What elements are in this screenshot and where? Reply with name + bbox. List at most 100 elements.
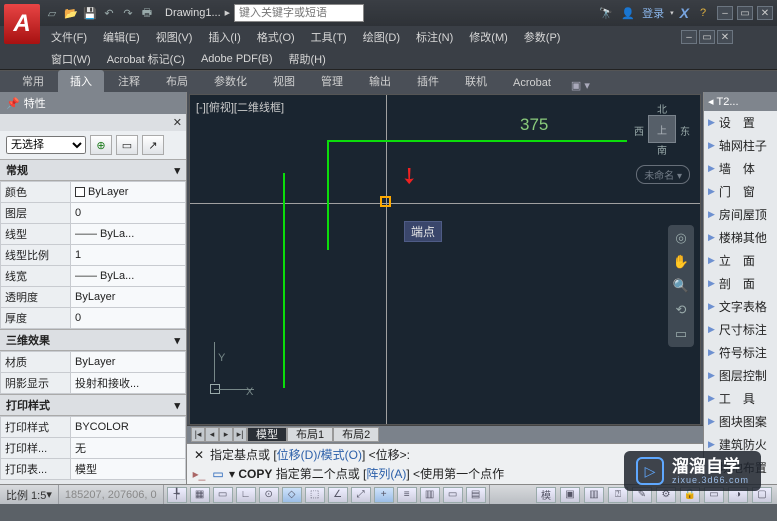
palette-item[interactable]: ▶工 具 bbox=[704, 387, 777, 410]
sb-infer-button[interactable]: ╄ bbox=[167, 487, 187, 503]
help-search-input[interactable] bbox=[234, 4, 364, 22]
properties-title-bar[interactable]: 📌 特性 bbox=[0, 92, 186, 114]
open-icon[interactable]: 📂 bbox=[63, 5, 79, 21]
sb-polar-button[interactable]: ⊙ bbox=[259, 487, 279, 503]
nav-showmotion-icon[interactable]: ▭ bbox=[672, 325, 690, 343]
ribbon-tab-online[interactable]: 联机 bbox=[453, 70, 499, 92]
view-name-dropdown[interactable]: 未命名 ▾ bbox=[636, 165, 690, 184]
help-icon[interactable]: ? bbox=[695, 5, 711, 21]
doc-restore-button[interactable]: ▭ bbox=[699, 30, 715, 44]
quick-select-button[interactable]: ⊕ bbox=[90, 135, 112, 155]
menu-view[interactable]: 视图(V) bbox=[149, 27, 200, 47]
binoculars-icon[interactable]: 🔭 bbox=[598, 5, 614, 21]
palette-item[interactable]: ▶门 窗 bbox=[704, 180, 777, 203]
doc-close-button[interactable]: ✕ bbox=[717, 30, 733, 44]
palette-item[interactable]: ▶轴网柱子 bbox=[704, 134, 777, 157]
menu-format[interactable]: 格式(O) bbox=[250, 27, 302, 47]
menu-edit[interactable]: 编辑(E) bbox=[96, 27, 147, 47]
sb-3dosnap-button[interactable]: ⬚ bbox=[305, 487, 325, 503]
undo-icon[interactable]: ↶ bbox=[101, 5, 117, 21]
status-coords[interactable]: 185207, 207606, 0 bbox=[59, 485, 164, 504]
panel-close-icon[interactable]: ✕ bbox=[173, 117, 182, 129]
menu-file[interactable]: 文件(F) bbox=[44, 27, 94, 47]
tab-layout1[interactable]: 布局1 bbox=[287, 427, 333, 442]
nav-orbit-icon[interactable]: ⟲ bbox=[672, 301, 690, 319]
menu-parametric[interactable]: 参数(P) bbox=[517, 27, 568, 47]
cmd-prompt-icon[interactable]: ▸_ bbox=[191, 466, 207, 482]
ribbon-tab-layout[interactable]: 布局 bbox=[154, 70, 200, 92]
menu-adobe-pdf[interactable]: Adobe PDF(B) bbox=[194, 51, 280, 67]
ribbon-tab-home[interactable]: 常用 bbox=[10, 70, 56, 92]
palette-item[interactable]: ▶墙 体 bbox=[704, 157, 777, 180]
nav-pan-icon[interactable]: ✋ bbox=[672, 253, 690, 271]
drawing-canvas[interactable]: [-][俯视][二维线框] Y X 375 端点 ➘ 北 bbox=[189, 94, 701, 425]
save-icon[interactable]: 💾 bbox=[82, 5, 98, 21]
ribbon-tab-annotate[interactable]: 注释 bbox=[106, 70, 152, 92]
status-scale[interactable]: 比例 1:5 ▾ bbox=[0, 485, 59, 504]
menu-window[interactable]: 窗口(W) bbox=[44, 49, 98, 69]
palette-item[interactable]: ▶房间屋顶 bbox=[704, 203, 777, 226]
sb-tpy-button[interactable]: ▥ bbox=[420, 487, 440, 503]
sb-otrack-button[interactable]: ∠ bbox=[328, 487, 348, 503]
ribbon-tab-view[interactable]: 视图 bbox=[261, 70, 307, 92]
redo-icon[interactable]: ↷ bbox=[120, 5, 136, 21]
section-3d[interactable]: 三维效果▾ bbox=[0, 329, 186, 351]
sb-grid-button[interactable]: ▭ bbox=[213, 487, 233, 503]
nav-zoom-icon[interactable]: 🔍 bbox=[672, 277, 690, 295]
menu-dimension[interactable]: 标注(N) bbox=[409, 27, 460, 47]
ribbon-tab-manage[interactable]: 管理 bbox=[309, 70, 355, 92]
menu-acrobat-mark[interactable]: Acrobat 标记(C) bbox=[100, 49, 192, 69]
palette-item[interactable]: ▶符号标注 bbox=[704, 341, 777, 364]
login-link[interactable]: 登录 bbox=[642, 5, 664, 21]
sb-ortho-button[interactable]: ∟ bbox=[236, 487, 256, 503]
select-objects-button[interactable]: ▭ bbox=[116, 135, 138, 155]
sb-quickview-layouts-button[interactable]: ▣ bbox=[560, 487, 580, 503]
section-plot[interactable]: 打印样式▾ bbox=[0, 394, 186, 416]
selection-filter-select[interactable]: 无选择 bbox=[6, 136, 86, 154]
doc-minimize-button[interactable]: – bbox=[681, 30, 697, 44]
palette-item[interactable]: ▶立 面 bbox=[704, 249, 777, 272]
menu-help[interactable]: 帮助(H) bbox=[282, 49, 333, 69]
sb-sc-button[interactable]: ▤ bbox=[466, 487, 486, 503]
exchange-icon[interactable]: X bbox=[680, 5, 689, 21]
tab-nav-first[interactable]: |◂ bbox=[191, 427, 205, 442]
cmd-close-icon[interactable]: ✕ bbox=[191, 447, 207, 463]
viewport-label[interactable]: [-][俯视][二维线框] bbox=[196, 99, 284, 115]
palette-pin-icon[interactable]: ◂ bbox=[708, 95, 714, 108]
palette-item[interactable]: ▶图块图案 bbox=[704, 410, 777, 433]
toggle-pickadd-button[interactable]: ↗ bbox=[142, 135, 164, 155]
new-icon[interactable]: ▱ bbox=[44, 5, 60, 21]
sb-quickview-drawings-button[interactable]: ▥ bbox=[584, 487, 604, 503]
user-icon[interactable]: 👤 bbox=[620, 5, 636, 21]
ribbon-tab-insert[interactable]: 插入 bbox=[58, 70, 104, 92]
login-dropdown-icon[interactable]: ▾ bbox=[670, 9, 674, 17]
close-button[interactable]: ✕ bbox=[757, 6, 773, 20]
palette-item[interactable]: ▶尺寸标注 bbox=[704, 318, 777, 341]
tab-nav-last[interactable]: ▸| bbox=[233, 427, 247, 442]
ribbon-tab-param[interactable]: 参数化 bbox=[202, 70, 259, 92]
ribbon-tab-addins[interactable]: 插件 bbox=[405, 70, 451, 92]
palette-item[interactable]: ▶图层控制 bbox=[704, 364, 777, 387]
tab-model[interactable]: 模型 bbox=[247, 427, 287, 442]
tab-nav-next[interactable]: ▸ bbox=[219, 427, 233, 442]
sb-lwt-button[interactable]: ≡ bbox=[397, 487, 417, 503]
palette-item[interactable]: ▶设 置 bbox=[704, 111, 777, 134]
pin-icon[interactable]: 📌 bbox=[6, 97, 20, 110]
doc-dropdown-icon[interactable]: ▶ bbox=[225, 9, 230, 17]
sb-ducs-button[interactable]: ⤢ bbox=[351, 487, 371, 503]
section-general[interactable]: 常规▾ bbox=[0, 159, 186, 181]
ribbon-tab-output[interactable]: 输出 bbox=[357, 70, 403, 92]
ribbon-expand-icon[interactable]: ▣ ▾ bbox=[571, 79, 590, 92]
ribbon-tab-acrobat[interactable]: Acrobat bbox=[501, 74, 563, 92]
palette-item[interactable]: ▶剖 面 bbox=[704, 272, 777, 295]
sb-modelspace-button[interactable]: 模 bbox=[536, 487, 556, 503]
palette-item[interactable]: ▶文字表格 bbox=[704, 295, 777, 318]
palette-item[interactable]: ▶楼梯其他 bbox=[704, 226, 777, 249]
minimize-button[interactable]: – bbox=[717, 6, 733, 20]
menu-insert[interactable]: 插入(I) bbox=[201, 27, 247, 47]
tab-layout2[interactable]: 布局2 bbox=[333, 427, 379, 442]
tab-nav-prev[interactable]: ◂ bbox=[205, 427, 219, 442]
menu-modify[interactable]: 修改(M) bbox=[462, 27, 515, 47]
palette-title-bar[interactable]: ◂T2... bbox=[704, 92, 777, 111]
app-logo[interactable]: A bbox=[4, 4, 40, 44]
